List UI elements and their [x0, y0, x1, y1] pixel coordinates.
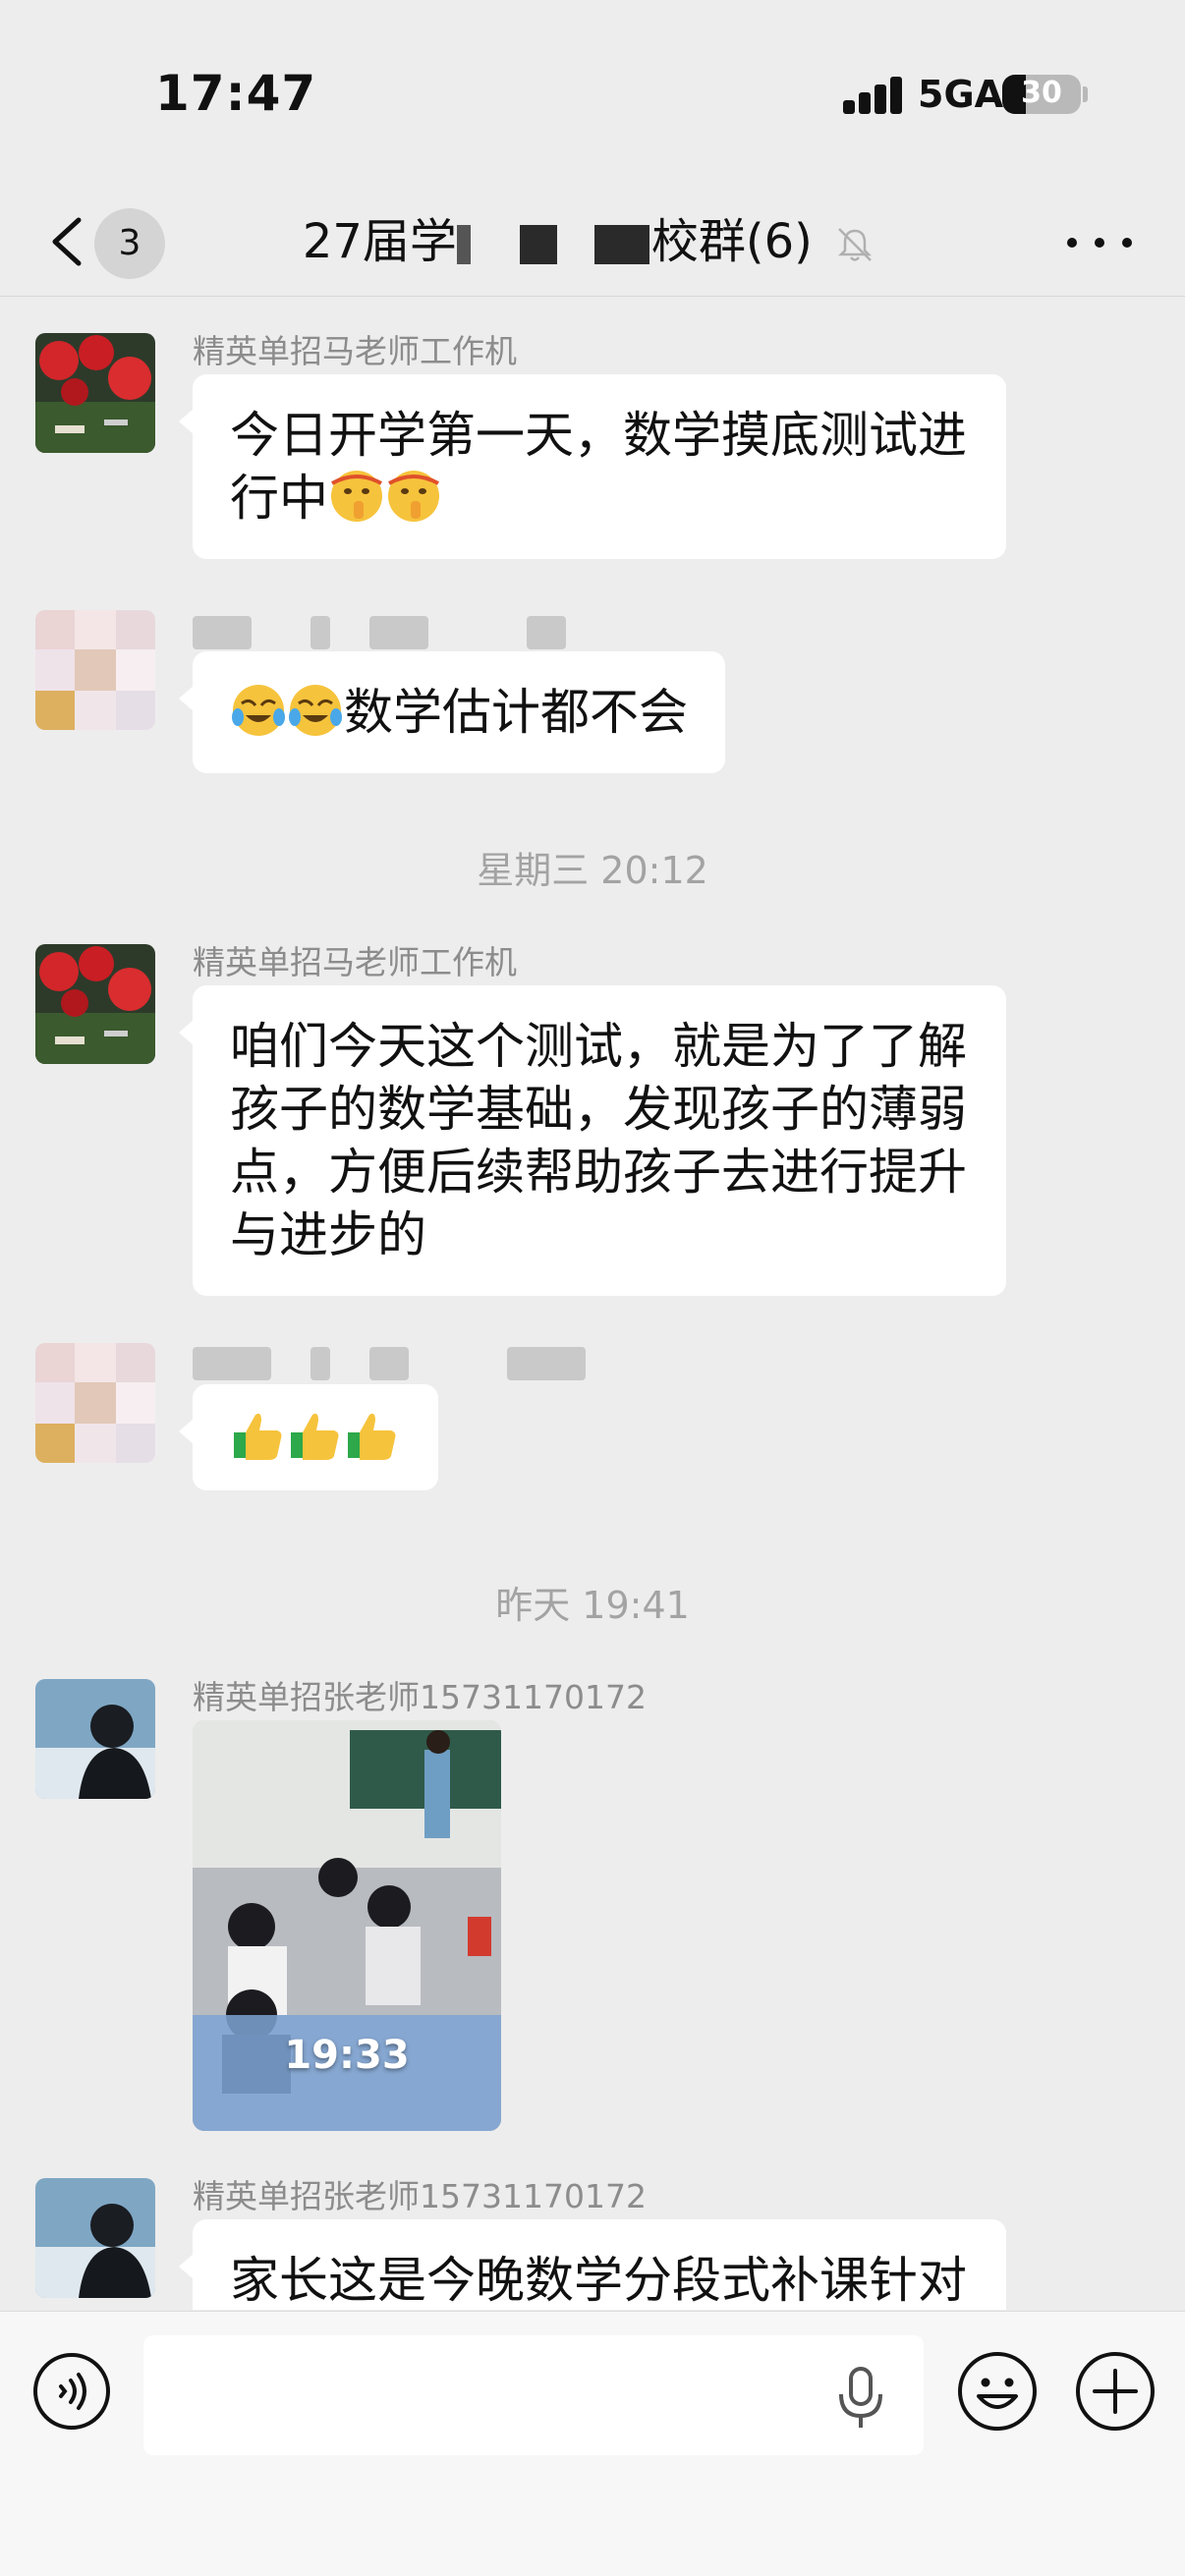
- thumbs-up-emoji: [348, 1413, 396, 1460]
- message-bubble[interactable]: 咱们今天这个测试，就是为了了解孩子的数学基础，发现孩子的薄弱点，方便后续帮助孩子…: [179, 985, 1006, 1296]
- battery-icon: 30: [1002, 75, 1081, 114]
- avatar[interactable]: [35, 2178, 155, 2298]
- crying-laughing-emoji: [232, 685, 285, 736]
- mic-button[interactable]: [833, 2363, 888, 2432]
- sender-name: 精英单招张老师15731170172: [193, 1678, 647, 1716]
- avatar[interactable]: [35, 333, 155, 453]
- message-text: 数学估计都不会: [344, 684, 688, 741]
- message-bubble[interactable]: 数学估计都不会: [179, 651, 725, 773]
- more-actions-button[interactable]: [1073, 2349, 1157, 2434]
- back-button[interactable]: [41, 202, 100, 281]
- mute-bell-icon: [838, 228, 873, 261]
- shushing-face-emoji: [388, 471, 439, 522]
- emoji-button[interactable]: [955, 2349, 1040, 2434]
- blurred-avatar-image: [35, 610, 155, 730]
- photo-message[interactable]: 19:33: [193, 1720, 501, 2131]
- avatar-blurred[interactable]: [35, 1343, 155, 1463]
- shushing-face-emoji: [331, 471, 382, 522]
- input-bar: [0, 2311, 1185, 2576]
- chat-title-part-1: 27届学: [302, 214, 457, 269]
- avatar-blurred[interactable]: [35, 610, 155, 730]
- message-bubble[interactable]: [179, 1384, 438, 1490]
- thumbs-up-emoji: [234, 1413, 282, 1460]
- battery-percent: 30: [1021, 76, 1062, 110]
- battery-cap: [1083, 86, 1088, 102]
- microphone-icon: [839, 2367, 882, 2428]
- chat-title-part-2: 校群(6): [650, 214, 813, 269]
- blurred-avatar-image: [35, 1343, 155, 1463]
- avatar-flowers-image: [35, 944, 155, 1064]
- more-options-button[interactable]: [1067, 218, 1136, 267]
- network-type: 5GA: [918, 73, 1004, 116]
- unread-count-badge[interactable]: 3: [94, 208, 165, 279]
- photo-time-overlay: 19:33: [284, 2033, 410, 2078]
- message-input[interactable]: [143, 2335, 924, 2455]
- message-list[interactable]: 精英单招马老师工作机 今日开学第一天，数学摸底测试进行中 数学估计都不会 星期三…: [0, 298, 1185, 2310]
- avatar-flowers-image: [35, 333, 155, 453]
- sender-name-redacted: [193, 1343, 605, 1382]
- smiley-icon: [958, 2352, 1037, 2431]
- sender-name-redacted: [193, 612, 605, 651]
- signal-icon: [843, 75, 904, 114]
- status-time: 17:47: [155, 65, 317, 122]
- avatar-person-image: [35, 1679, 155, 1799]
- voice-mode-button[interactable]: [31, 2351, 112, 2432]
- title-redaction: [456, 225, 471, 264]
- voice-icon: [33, 2353, 110, 2430]
- crying-laughing-emoji: [289, 685, 342, 736]
- status-bar: 17:47 5GA 30: [0, 0, 1185, 187]
- sender-name: 精英单招马老师工作机: [193, 332, 517, 370]
- plus-icon: [1076, 2352, 1155, 2431]
- message-bubble[interactable]: 家长这是今晚数学分段式补课针对: [179, 2219, 1006, 2310]
- avatar-person-image: [35, 2178, 155, 2298]
- chat-header: 3 27届学 校群(6): [0, 187, 1185, 297]
- chevron-left-icon: [52, 217, 82, 266]
- chat-title[interactable]: 27届学 校群(6): [197, 204, 983, 279]
- sender-name: 精英单招张老师15731170172: [193, 2177, 647, 2215]
- sender-name: 精英单招马老师工作机: [193, 943, 517, 981]
- avatar[interactable]: [35, 944, 155, 1064]
- thumbs-up-emoji: [291, 1413, 339, 1460]
- message-bubble[interactable]: 今日开学第一天，数学摸底测试进行中: [179, 374, 1006, 559]
- timestamp-divider: 昨天 19:41: [495, 1584, 690, 1627]
- message-text: 家长这是今晚数学分段式补课针对: [230, 2252, 967, 2309]
- avatar[interactable]: [35, 1679, 155, 1799]
- title-redaction: [593, 225, 649, 264]
- message-text: 咱们今天这个测试，就是为了了解孩子的数学基础，发现孩子的薄弱点，方便后续帮助孩子…: [230, 1018, 967, 1263]
- title-redaction: [519, 225, 557, 264]
- timestamp-divider: 星期三 20:12: [477, 849, 708, 892]
